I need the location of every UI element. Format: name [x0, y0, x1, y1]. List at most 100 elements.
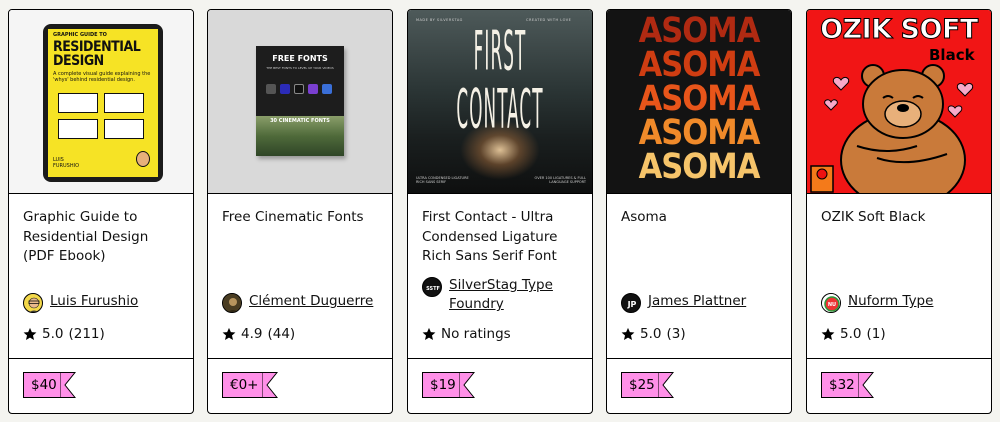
product-title[interactable]: OZIK Soft Black: [821, 208, 981, 228]
product-card[interactable]: GRAPHIC GUIDE TO RESIDENTIAL DESIGN A co…: [8, 9, 194, 414]
cover-illustrations: [58, 93, 146, 141]
rating-count: (1): [866, 326, 886, 342]
card-footer: €0+: [208, 358, 392, 413]
cover-word-contact: CONTACT: [456, 78, 544, 142]
bear-illustration: [810, 64, 974, 193]
avatar: SSTF: [422, 277, 442, 297]
price-tag-arrow: [857, 372, 874, 398]
photo-label: 30 CINEMATIC FONTS: [270, 118, 330, 124]
creator[interactable]: SSTF SilverStag Type Foundry: [422, 276, 579, 314]
cover-bottom-right: OVER 100 LIGATURES & FULL LANGUAGE SUPPO…: [534, 176, 586, 184]
product-thumbnail[interactable]: OZIK SOFT Black: [807, 10, 991, 194]
author-illustration: [136, 151, 150, 167]
price-tag-arrow: [261, 372, 278, 398]
creator[interactable]: Clément Duguerre: [222, 292, 379, 313]
price-tag-arrow: [657, 372, 674, 398]
avatar-logo-icon: JP: [622, 294, 640, 312]
avatar-face-icon: [28, 297, 40, 312]
rating: 4.9 (44): [222, 326, 295, 342]
cover-subtitle: THE BEST FONTS TO LEVEL UP YOUR VIDEOS: [266, 66, 334, 70]
card-footer: $25: [607, 358, 791, 413]
cover-word-row: ASOMA: [638, 146, 761, 188]
rating-value: 5.0: [640, 326, 662, 342]
rating-text: No ratings: [441, 326, 511, 342]
rating: 5.0 (211): [23, 326, 105, 342]
cover-author: LUIS FURUSHIO: [53, 157, 80, 169]
product-card[interactable]: FREE FONTS THE BEST FONTS TO LEVEL UP YO…: [207, 9, 393, 414]
avatar-photo-icon: [223, 294, 241, 312]
star-icon: [422, 327, 436, 341]
creator[interactable]: JP James Plattner: [621, 292, 778, 313]
avatar: NU: [821, 293, 841, 313]
price: €0+: [222, 372, 263, 398]
cover-word-row: ASOMA: [638, 112, 761, 154]
cover-bottom-left: ULTRA CONDENSED LIGATURE RICH SANS SERIF: [416, 176, 469, 184]
price-tag-arrow: [59, 372, 76, 398]
product-thumbnail[interactable]: GRAPHIC GUIDE TO RESIDENTIAL DESIGN A co…: [9, 10, 193, 194]
creator-name-link[interactable]: Luis Furushio: [50, 292, 180, 311]
product-card[interactable]: ASOMA ASOMA ASOMA ASOMA ASOMA Asoma JP J…: [606, 9, 792, 414]
card-footer: $40: [9, 358, 193, 413]
price-tag: €0+: [222, 372, 278, 398]
tablet-mockup: GRAPHIC GUIDE TO RESIDENTIAL DESIGN A co…: [43, 24, 163, 182]
rating-value: 5.0: [42, 326, 64, 342]
cover-word-row: ASOMA: [638, 44, 761, 86]
cover-subtitle: A complete visual guide explaining the '…: [53, 71, 151, 83]
rating: 5.0 (3): [621, 326, 686, 342]
rating-count: (211): [68, 326, 105, 342]
rating: 5.0 (1): [821, 326, 886, 342]
star-icon: [23, 327, 37, 341]
product-title[interactable]: First Contact - Ultra Condensed Ligature…: [422, 208, 582, 267]
star-icon: [222, 327, 236, 341]
rating-count: (44): [267, 326, 296, 342]
svg-text:SSTF: SSTF: [426, 286, 440, 292]
product-grid: GRAPHIC GUIDE TO RESIDENTIAL DESIGN A co…: [8, 9, 994, 414]
svg-text:NU: NU: [828, 302, 836, 308]
cover-word-first: FIRST: [473, 20, 527, 84]
product-card[interactable]: MADE BY SILVERSTAG CREATED WITH LOVE FIR…: [407, 9, 593, 414]
cover-headline: FREE FONTS: [272, 54, 328, 63]
svg-text:JP: JP: [627, 300, 637, 309]
ebook-cover: GRAPHIC GUIDE TO RESIDENTIAL DESIGN A co…: [48, 29, 158, 177]
price-tag: $19: [422, 372, 475, 398]
creator[interactable]: NU Nuform Type: [821, 292, 978, 313]
creator-name-link[interactable]: Clément Duguerre: [249, 292, 379, 311]
rating: No ratings: [422, 326, 511, 342]
price-tag-arrow: [458, 372, 475, 398]
creator-name-link[interactable]: Nuform Type: [848, 292, 978, 311]
star-icon: [621, 327, 635, 341]
product-title[interactable]: Free Cinematic Fonts: [222, 208, 382, 228]
price-tag: $25: [621, 372, 674, 398]
product-thumbnail[interactable]: MADE BY SILVERSTAG CREATED WITH LOVE FIR…: [408, 10, 592, 194]
app-icons: [266, 84, 336, 94]
price: $25: [621, 372, 659, 398]
avatar-logo-icon: NU: [822, 294, 840, 312]
cover-word-row: ASOMA: [638, 10, 761, 52]
star-icon: [821, 327, 835, 341]
cover-word-row: ASOMA: [638, 78, 761, 120]
price-tag: $40: [23, 372, 76, 398]
price: $40: [23, 372, 61, 398]
card-footer: $19: [408, 358, 592, 413]
avatar-logo-icon: SSTF: [423, 278, 441, 296]
product-title[interactable]: Asoma: [621, 208, 781, 228]
product-thumbnail[interactable]: ASOMA ASOMA ASOMA ASOMA ASOMA: [607, 10, 791, 194]
rating-value: 5.0: [840, 326, 862, 342]
price: $32: [821, 372, 859, 398]
product-card[interactable]: OZIK SOFT Black OZIK Soft Black NU Nufor…: [806, 9, 992, 414]
creator[interactable]: Luis Furushio: [23, 292, 180, 313]
book-cover: FREE FONTS THE BEST FONTS TO LEVEL UP YO…: [256, 46, 344, 156]
product-title[interactable]: Graphic Guide to Residential Design (PDF…: [23, 208, 183, 267]
avatar: [23, 293, 43, 313]
cover-headline: RESIDENTIAL DESIGN: [53, 39, 141, 69]
rating-count: (3): [666, 326, 686, 342]
price: $19: [422, 372, 460, 398]
price-tag: $32: [821, 372, 874, 398]
product-thumbnail[interactable]: FREE FONTS THE BEST FONTS TO LEVEL UP YO…: [208, 10, 392, 194]
avatar: [222, 293, 242, 313]
cover-kicker: GRAPHIC GUIDE TO: [53, 32, 107, 38]
avatar: JP: [621, 293, 641, 313]
rating-value: 4.9: [241, 326, 263, 342]
creator-name-link[interactable]: James Plattner: [648, 292, 778, 311]
creator-name-link[interactable]: SilverStag Type Foundry: [449, 276, 579, 314]
